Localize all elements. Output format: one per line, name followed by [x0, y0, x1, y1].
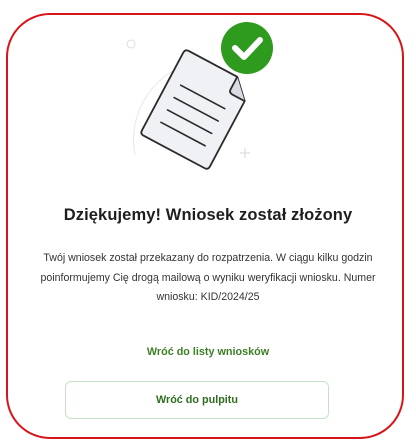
dialog-title: Dziękujemy! Wniosek został złożony [63, 206, 353, 224]
back-to-dashboard-button[interactable]: Wróć do pulpitu [65, 381, 329, 419]
success-illustration [126, 22, 273, 170]
check-circle-icon [221, 22, 273, 74]
decorative-circle [126, 39, 136, 49]
back-to-list-link[interactable]: Wróć do listy wniosków [0, 344, 416, 360]
dialog-message: Twój wniosek został przekazany do rozpat… [40, 252, 376, 303]
decorative-plus [240, 148, 250, 158]
